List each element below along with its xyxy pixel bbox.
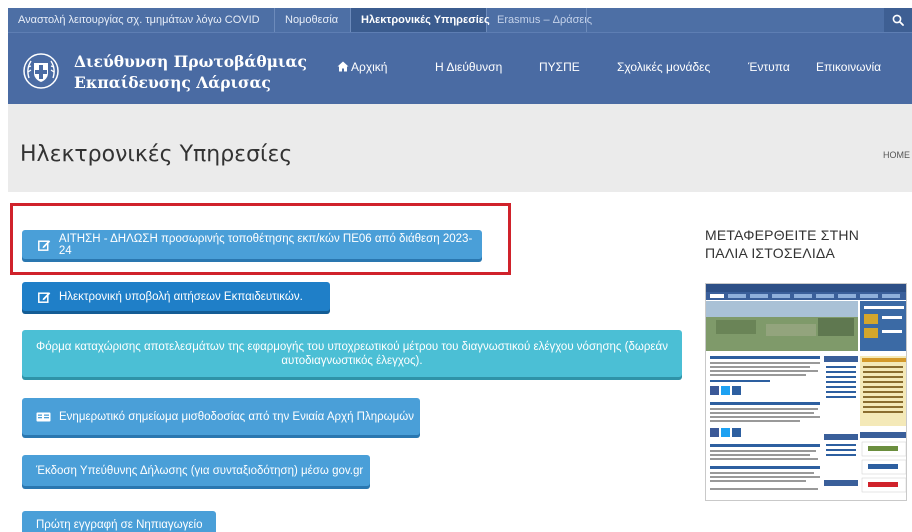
service-button-teacher-applications[interactable]: Ηλεκτρονική υποβολή αιτήσεων Εκπαιδευτικ… xyxy=(22,282,330,311)
service-label: ΑΙΤΗΣΗ - ΔΗΛΩΣΗ προσωρινής τοποθέτησης ε… xyxy=(58,232,473,257)
nav-forms[interactable]: Έντυπα xyxy=(748,60,790,74)
id-card-icon xyxy=(36,412,51,421)
nav-pyspe[interactable]: ΠΥΣΠΕ xyxy=(539,60,580,74)
nav-home[interactable]: Αρχική xyxy=(337,60,387,74)
top-link-erasmus[interactable]: Erasmus – Δράσεις xyxy=(487,8,592,32)
service-label: Έκδοση Υπεύθυνης Δήλωσης (για συνταξιοδό… xyxy=(36,464,364,477)
nav-school-units[interactable]: Σχολικές μονάδες xyxy=(617,60,710,74)
service-button-payroll-note[interactable]: Ενημερωτικό σημείωμα μισθοδοσίας από την… xyxy=(22,398,420,435)
page-title: Ηλεκτρονικές Υπηρεσίες xyxy=(20,142,293,167)
nav-contact[interactable]: Επικοινωνία xyxy=(816,60,881,74)
site-header: Διεύθυνση Πρωτοβάθμιας Εκπαίδευσης Λάρισ… xyxy=(8,32,912,104)
top-link-covid[interactable]: Αναστολή λειτουργίας σχ. τμημάτων λόγω C… xyxy=(8,8,275,32)
service-label: Ενημερωτικό σημείωμα μισθοδοσίας από την… xyxy=(59,410,414,423)
top-links: Αναστολή λειτουργίας σχ. τμημάτων λόγω C… xyxy=(8,8,592,32)
service-button-self-test-form[interactable]: Φόρμα καταχώρισης αποτελεσμάτων της εφαρ… xyxy=(22,330,682,377)
main-nav: Αρχική Η Διεύθυνση ΠΥΣΠΕ Σχολικές μονάδε… xyxy=(8,33,912,105)
top-link-e-services[interactable]: Ηλεκτρονικές Υπηρεσίες xyxy=(351,8,490,32)
nav-directorate[interactable]: Η Διεύθυνση xyxy=(435,60,502,74)
old-site-heading-line2: ΠΑΛΙΑ ΙΣΤΟΣΕΛΙΔΑ xyxy=(705,245,835,261)
edit-icon xyxy=(38,291,51,303)
old-site-heading-line1: ΜΕΤΑΦΕΡΘΕΙΤΕ ΣΤΗΝ xyxy=(705,227,860,243)
search-button[interactable] xyxy=(884,8,912,32)
service-button-pe06-application[interactable]: ΑΙΤΗΣΗ - ΔΗΛΩΣΗ προσωρινής τοποθέτησης ε… xyxy=(22,230,482,259)
page-title-band: Ηλεκτρονικές Υπηρεσίες HOME xyxy=(8,104,912,192)
nav-home-label: Αρχική xyxy=(351,60,388,74)
service-label: Πρώτη εγγραφή σε Νηπιαγωγείο xyxy=(36,519,203,531)
top-bar: Αναστολή λειτουργίας σχ. τμημάτων λόγω C… xyxy=(8,8,912,32)
old-site-heading: ΜΕΤΑΦΕΡΘΕΙΤΕ ΣΤΗΝ ΠΑΛΙΑ ΙΣΤΟΣΕΛΙΔΑ xyxy=(705,226,905,262)
service-label-line2: αυτοδιαγνωστικός έλεγχος). xyxy=(281,354,423,367)
service-label: Ηλεκτρονική υποβολή αιτήσεων Εκπαιδευτικ… xyxy=(59,290,303,303)
old-site-screenshot-link[interactable] xyxy=(705,283,907,501)
top-link-legislation[interactable]: Νομοθεσία xyxy=(275,8,351,32)
service-button-gov-declaration[interactable]: Έκδοση Υπεύθυνης Δήλωσης (για συνταξιοδό… xyxy=(22,455,370,486)
home-icon xyxy=(337,61,349,72)
edit-icon xyxy=(38,239,51,251)
old-site-screenshot xyxy=(706,284,906,493)
service-button-kindergarten-registration[interactable]: Πρώτη εγγραφή σε Νηπιαγωγείο xyxy=(22,511,216,532)
search-icon xyxy=(892,14,904,26)
breadcrumb-home[interactable]: HOME xyxy=(883,150,910,160)
service-label-line1: Φόρμα καταχώρισης αποτελεσμάτων της εφαρ… xyxy=(36,340,668,353)
